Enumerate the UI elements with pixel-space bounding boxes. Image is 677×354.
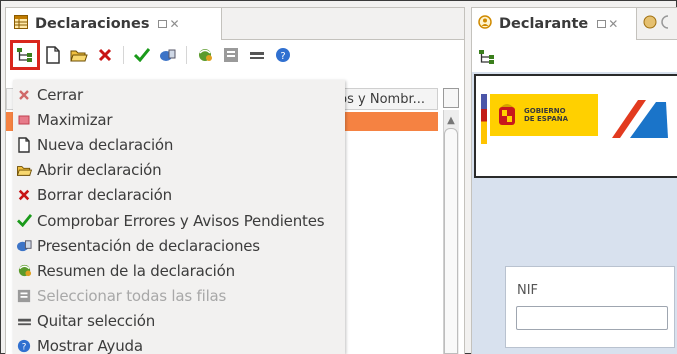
menu-item-label: Quitar selección (37, 312, 156, 331)
check-button[interactable] (131, 44, 153, 66)
help-button[interactable]: ? (272, 44, 294, 66)
menu-item-delete-x[interactable]: Borrar declaración (13, 183, 345, 208)
select-all-button[interactable] (220, 44, 242, 66)
nif-label: NIF (517, 283, 539, 298)
declarante-form: GOBIERNO DE ESPAÑA NIF (472, 72, 677, 354)
menu-item-open-folder[interactable]: Abrir declaración (13, 158, 345, 183)
menu-item-present[interactable]: Presentación de declaraciones (13, 233, 345, 258)
checkmark-icon (13, 212, 35, 230)
toolbar-separator (186, 46, 187, 64)
select-all-icon (224, 48, 238, 62)
tab-strip (637, 8, 677, 40)
delete-x-icon (13, 186, 35, 204)
view-menu-button[interactable] (10, 40, 40, 70)
menu-item-label: Cerrar (37, 85, 83, 104)
svg-text:?: ? (22, 343, 27, 353)
open-folder-icon (13, 161, 35, 179)
new-document-icon (46, 46, 60, 64)
agencia-tributaria-logo (612, 100, 668, 138)
menu-item-help[interactable]: ? Mostrar Ayuda (13, 334, 345, 354)
deselect-button[interactable] (246, 44, 268, 66)
present-button[interactable] (157, 44, 179, 66)
help-icon: ? (276, 48, 290, 62)
menu-item-label: Seleccionar todas las filas (37, 287, 227, 306)
column-menu-button[interactable] (443, 88, 459, 108)
menu-item-label: Maximizar (37, 110, 113, 129)
open-button[interactable] (68, 44, 90, 66)
deselect-icon (13, 312, 35, 330)
tree-icon (479, 50, 494, 64)
menu-item-label: Borrar declaración (37, 186, 172, 205)
tab-declarante[interactable]: Declarante ✕ (472, 8, 637, 40)
deselect-icon (250, 52, 264, 59)
coat-of-arms-icon (499, 104, 515, 125)
next-tab-icon[interactable] (643, 14, 657, 33)
new-document-icon (13, 136, 35, 154)
tab-declaraciones[interactable]: Declaraciones ✕ (6, 8, 222, 40)
gobierno-logo: GOBIERNO DE ESPAÑA (490, 94, 598, 136)
maximize-icon (13, 111, 35, 129)
menu-item-label: Nueva declaración (37, 135, 174, 154)
menu-item-label: Abrir declaración (37, 161, 162, 180)
gobierno-line2: DE ESPAÑA (524, 115, 569, 123)
summary-icon (13, 262, 35, 280)
menu-item-checkmark[interactable]: Comprobar Errores y Avisos Pendientes (13, 208, 345, 233)
close-view-icon[interactable]: ✕ (608, 17, 618, 31)
summary-icon (199, 49, 212, 61)
view-dropdown-menu: Cerrar Maximizar Nueva declaración Abrir de… (13, 80, 345, 354)
menu-item-new-document[interactable]: Nueva declaración (13, 132, 345, 157)
tree-icon (17, 48, 32, 62)
menu-item-select-all: Seleccionar todas las filas (13, 284, 345, 309)
declarante-view: Declarante ✕ GOBIERNO DE ESPAÑA NIF (471, 7, 677, 354)
tab-strip (222, 8, 464, 40)
menu-item-label: Comprobar Errores y Avisos Pendientes (37, 211, 325, 230)
present-icon (13, 237, 35, 255)
close-view-icon[interactable]: ✕ (169, 17, 179, 31)
nif-input[interactable] (516, 306, 668, 330)
toolbar-separator (123, 46, 124, 64)
nif-panel: NIF (505, 266, 675, 348)
declarante-icon (478, 15, 492, 33)
next-tab-partial-icon[interactable] (661, 14, 669, 33)
gobierno-line1: GOBIERNO (524, 107, 566, 115)
delete-button[interactable] (94, 44, 116, 66)
menu-item-deselect[interactable]: Quitar selección (13, 309, 345, 334)
table-icon (14, 15, 28, 33)
eu-flag-strip (481, 94, 487, 144)
tab-title: Declarante (499, 16, 589, 32)
checkmark-icon (134, 48, 150, 62)
scrollbar-thumb[interactable] (444, 128, 458, 354)
menu-item-label: Resumen de la declaración (37, 261, 235, 280)
select-all-icon (13, 287, 35, 305)
maximize-view-icon[interactable] (158, 20, 168, 28)
menu-item-maximize[interactable]: Maximizar (13, 107, 345, 132)
present-icon (160, 49, 176, 61)
summary-button[interactable] (194, 44, 216, 66)
gobierno-banner: GOBIERNO DE ESPAÑA (474, 74, 677, 178)
new-document-button[interactable] (42, 44, 64, 66)
help-icon: ? (13, 337, 35, 354)
svg-text:?: ? (280, 51, 285, 62)
close-x-icon (13, 86, 35, 104)
menu-item-close-x[interactable]: Cerrar (13, 82, 345, 107)
menu-item-summary[interactable]: Resumen de la declaración (13, 258, 345, 283)
maximize-view-icon[interactable] (597, 20, 607, 28)
menu-item-label: Presentación de declaraciones (37, 236, 260, 255)
menu-item-label: Mostrar Ayuda (37, 337, 143, 354)
open-folder-icon (70, 50, 88, 62)
delete-x-icon (98, 48, 112, 62)
tab-title: Declaraciones (35, 16, 150, 32)
view-toolbar: ? (6, 40, 464, 70)
view-menu-button[interactable] (478, 49, 496, 69)
scroll-up-icon[interactable]: ▲ (443, 112, 459, 128)
